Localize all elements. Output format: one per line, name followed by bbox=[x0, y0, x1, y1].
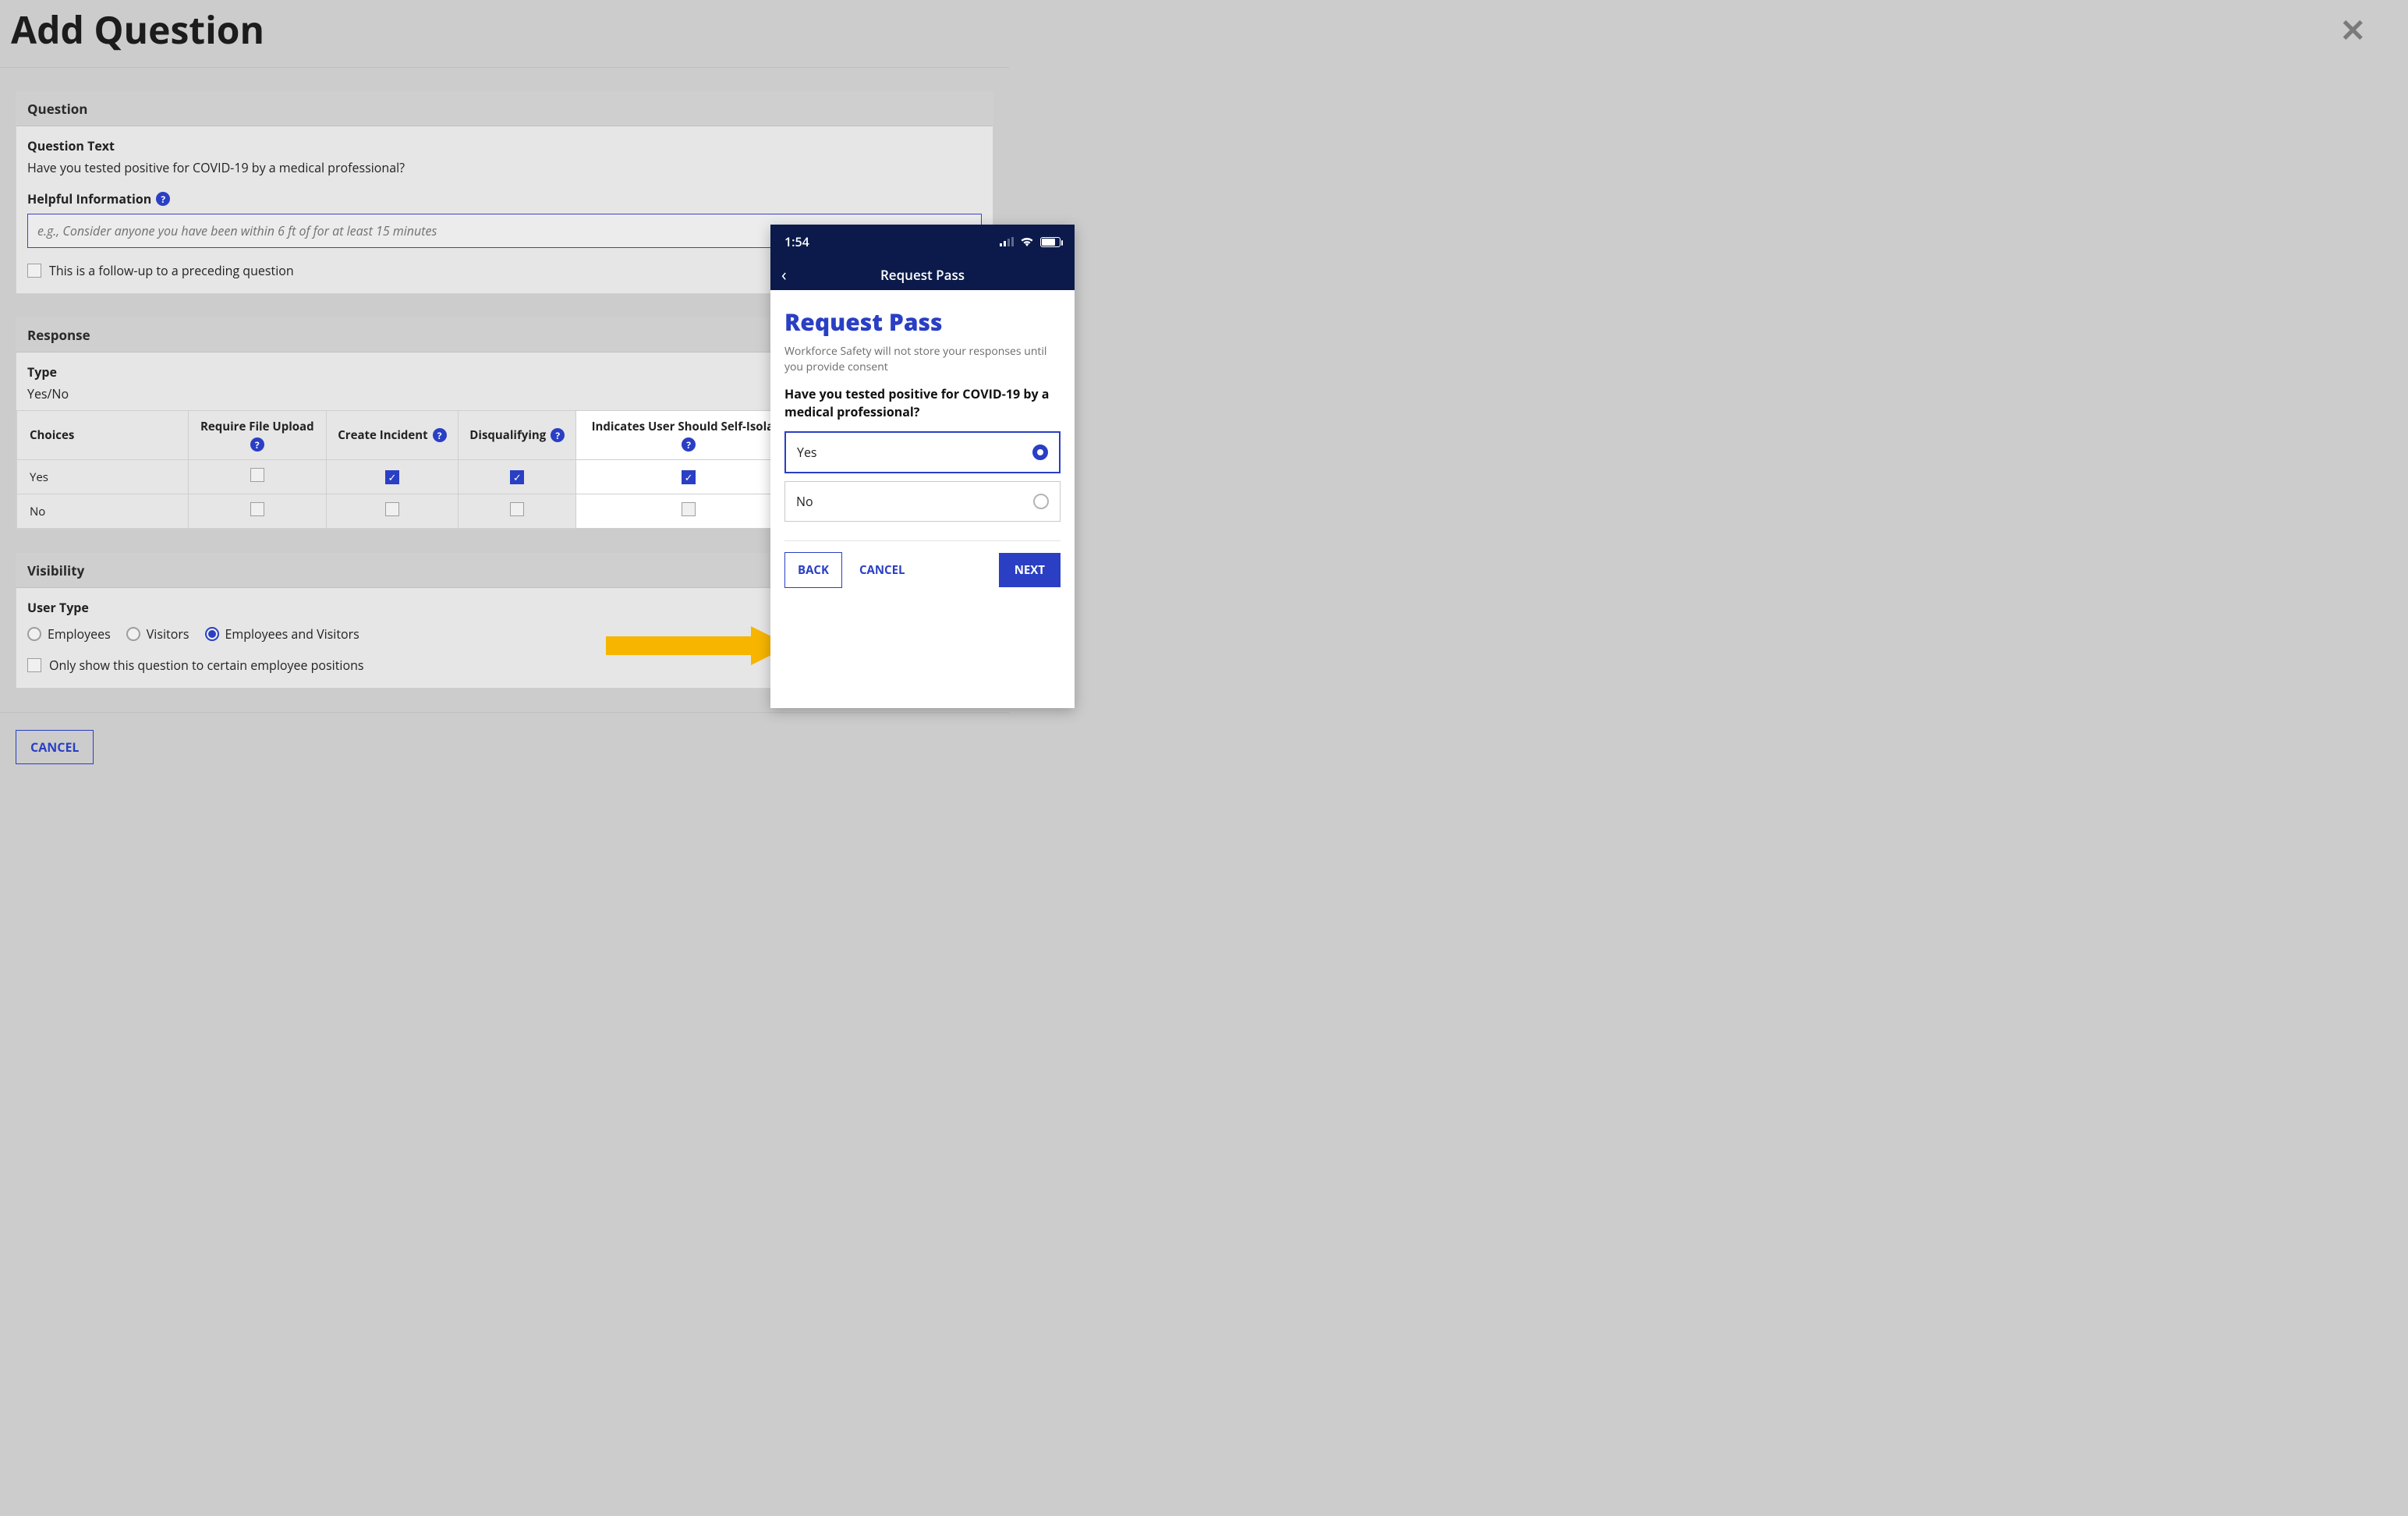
signal-icon bbox=[1000, 237, 1014, 246]
radio-icon bbox=[1033, 494, 1049, 509]
radio-employees[interactable] bbox=[27, 627, 41, 641]
radio-visitors[interactable] bbox=[126, 627, 140, 641]
mobile-heading: Request Pass bbox=[784, 306, 1061, 338]
col-require-file-upload: Require File Upload? bbox=[189, 411, 327, 460]
panel-header-question: Question bbox=[16, 92, 993, 126]
back-icon[interactable]: ‹ bbox=[781, 263, 787, 286]
mobile-nav-title: Request Pass bbox=[880, 266, 965, 284]
radio-icon bbox=[1032, 445, 1048, 460]
helpful-info-placeholder: e.g., Consider anyone you have been with… bbox=[37, 222, 437, 239]
require-file-upload-checkbox[interactable] bbox=[250, 468, 264, 482]
radio-employees-label: Employees bbox=[48, 625, 111, 643]
choice-cell: Yes bbox=[17, 460, 189, 494]
help-icon[interactable]: ? bbox=[433, 428, 447, 442]
radio-both-label: Employees and Visitors bbox=[225, 625, 359, 643]
followup-label: This is a follow-up to a preceding quest… bbox=[49, 262, 294, 279]
wifi-icon bbox=[1020, 237, 1034, 246]
help-icon[interactable]: ? bbox=[682, 437, 696, 452]
mobile-statusbar: 1:54 bbox=[770, 225, 1075, 259]
create-incident-checkbox[interactable] bbox=[385, 470, 399, 484]
mobile-subtext: Workforce Safety will not store your res… bbox=[784, 344, 1061, 374]
mobile-option-no-label: No bbox=[796, 493, 813, 510]
question-text-label: Question Text bbox=[27, 137, 982, 154]
disqualifying-checkbox[interactable] bbox=[510, 470, 524, 484]
self-isolate-checkbox[interactable] bbox=[682, 502, 696, 516]
helpful-info-label: Helpful Information bbox=[27, 190, 151, 207]
question-text-value: Have you tested positive for COVID-19 by… bbox=[27, 159, 982, 176]
mobile-divider bbox=[784, 540, 1061, 541]
mobile-option-no[interactable]: No bbox=[784, 481, 1061, 522]
choice-cell: No bbox=[17, 494, 189, 529]
mobile-option-yes[interactable]: Yes bbox=[784, 431, 1061, 473]
help-icon[interactable]: ? bbox=[250, 437, 264, 452]
battery-icon bbox=[1040, 237, 1061, 247]
page-title: Add Question bbox=[11, 5, 264, 55]
mobile-cancel-button[interactable]: CANCEL bbox=[859, 562, 905, 578]
mobile-next-button[interactable]: NEXT bbox=[999, 553, 1061, 587]
col-self-isolate: Indicates User Should Self-Isolate? bbox=[576, 411, 802, 460]
require-file-upload-checkbox[interactable] bbox=[250, 502, 264, 516]
help-icon[interactable]: ? bbox=[551, 428, 565, 442]
create-incident-checkbox[interactable] bbox=[385, 502, 399, 516]
disqualifying-checkbox[interactable] bbox=[510, 502, 524, 516]
help-icon[interactable]: ? bbox=[156, 192, 170, 206]
col-create-incident: Create Incident? bbox=[326, 411, 459, 460]
radio-both[interactable] bbox=[205, 627, 219, 641]
mobile-option-yes-label: Yes bbox=[797, 444, 817, 461]
separator bbox=[0, 67, 1009, 68]
mobile-back-button[interactable]: BACK bbox=[784, 552, 842, 588]
mobile-question: Have you tested positive for COVID-19 by… bbox=[784, 385, 1061, 420]
col-disqualifying: Disqualifying? bbox=[459, 411, 576, 460]
col-choices: Choices bbox=[17, 411, 189, 460]
radio-visitors-label: Visitors bbox=[147, 625, 189, 643]
close-icon[interactable]: ✕ bbox=[2339, 8, 2366, 51]
mobile-navbar: ‹ Request Pass bbox=[770, 259, 1075, 290]
mobile-preview: 1:54 ‹ Request Pass Request Pass Workfor… bbox=[770, 225, 1075, 708]
self-isolate-checkbox[interactable] bbox=[682, 470, 696, 484]
followup-checkbox[interactable] bbox=[27, 264, 41, 278]
separator bbox=[0, 712, 1009, 713]
cancel-button[interactable]: CANCEL bbox=[16, 730, 94, 764]
positions-label: Only show this question to certain emplo… bbox=[49, 657, 364, 674]
status-time: 1:54 bbox=[784, 233, 809, 250]
positions-checkbox[interactable] bbox=[27, 658, 41, 672]
